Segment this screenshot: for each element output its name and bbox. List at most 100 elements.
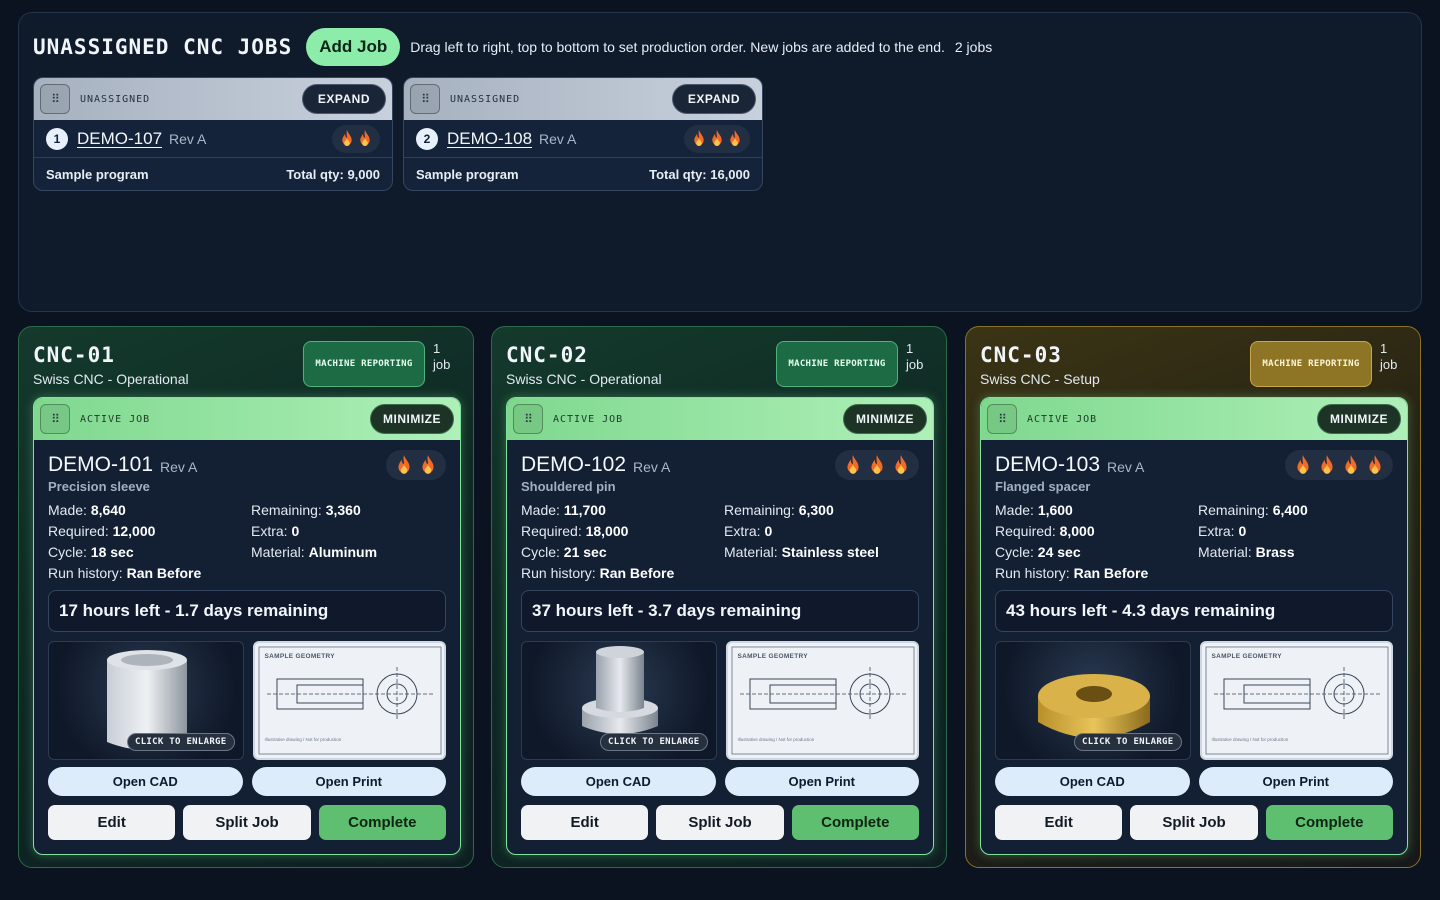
card-header: ⠿ ACTIVE JOB MINIMIZE bbox=[981, 398, 1407, 440]
print-note: Illustrative drawing / Not for productio… bbox=[737, 737, 815, 742]
job-id-link[interactable]: DEMO-108 bbox=[447, 129, 532, 149]
job-id: DEMO-101 bbox=[48, 453, 154, 476]
print-preview[interactable]: SAMPLE GEOMETRY Illustrative drawing / N… bbox=[1199, 641, 1393, 760]
complete-button[interactable]: Complete bbox=[791, 805, 919, 840]
drag-handle-icon[interactable]: ⠿ bbox=[40, 84, 70, 114]
minimize-button[interactable]: MINIMIZE bbox=[370, 404, 454, 434]
job-stats: Made: 1,600 Remaining: 6,400 Required: 8… bbox=[981, 500, 1407, 584]
machine-panel: CNC-03 Swiss CNC - Setup MACHINE REPORTI… bbox=[965, 326, 1421, 868]
job-revision: Rev A bbox=[539, 130, 577, 147]
stat-cycle: Cycle: 18 sec bbox=[48, 544, 134, 560]
drag-handle-icon[interactable]: ⠿ bbox=[513, 404, 543, 434]
open-print-button[interactable]: Open Print bbox=[251, 767, 446, 796]
machine-name: CNC-02 bbox=[506, 343, 588, 367]
job-id-link[interactable]: DEMO-107 bbox=[77, 129, 162, 149]
minimize-button[interactable]: MINIMIZE bbox=[1317, 404, 1401, 434]
open-print-button[interactable]: Open Print bbox=[1198, 767, 1393, 796]
machine-status: Swiss CNC - Operational bbox=[506, 371, 662, 387]
add-job-button[interactable]: Add Job bbox=[306, 28, 401, 66]
job-stats: Made: 11,700 Remaining: 6,300 Required: … bbox=[507, 500, 933, 584]
stat-required: Required: 12,000 bbox=[48, 523, 156, 539]
edit-button[interactable]: Edit bbox=[48, 805, 176, 840]
split-job-button[interactable]: Split Job bbox=[656, 805, 784, 840]
drag-handle-icon[interactable]: ⠿ bbox=[410, 84, 440, 114]
drag-handle-icon[interactable]: ⠿ bbox=[40, 404, 70, 434]
stat-run-history: Run history: Ran Before bbox=[995, 565, 1149, 581]
job-count: 2 jobs bbox=[954, 39, 993, 55]
machine-name: CNC-01 bbox=[33, 343, 115, 367]
machine-reporting-badge[interactable]: MACHINE REPORTING bbox=[303, 341, 425, 387]
priority-flames bbox=[386, 450, 446, 480]
job-revision: Rev A bbox=[169, 130, 207, 147]
priority-flames bbox=[332, 124, 380, 153]
flame-icon bbox=[398, 455, 410, 474]
job-id: DEMO-102 bbox=[521, 453, 627, 476]
job-stats: Made: 8,640 Remaining: 3,360 Required: 1… bbox=[34, 500, 460, 584]
part-description: Precision sleeve bbox=[48, 479, 150, 494]
cad-preview[interactable]: CLICK TO ENLARGE bbox=[995, 641, 1191, 760]
card-status-label: ACTIVE JOB bbox=[553, 413, 624, 425]
order-number-badge: 2 bbox=[416, 127, 438, 150]
program-label: Sample program bbox=[416, 166, 519, 182]
machine-job-count: 1 job bbox=[433, 341, 463, 373]
open-cad-button[interactable]: Open CAD bbox=[995, 767, 1190, 796]
card-header: ⠿ ACTIVE JOB MINIMIZE bbox=[507, 398, 933, 440]
card-status-label: UNASSIGNED bbox=[80, 93, 151, 105]
active-job-card[interactable]: ⠿ ACTIVE JOB MINIMIZE DEMO-101 Rev A Pre… bbox=[33, 397, 461, 855]
part-description: Flanged spacer bbox=[995, 479, 1091, 494]
stat-run-history: Run history: Ran Before bbox=[48, 565, 202, 581]
machine-name: CNC-03 bbox=[980, 343, 1062, 367]
flame-icon bbox=[712, 130, 722, 147]
unassigned-header: UNASSIGNED CNC JOBS Add Job Drag left to… bbox=[33, 27, 992, 67]
drag-handle-icon[interactable]: ⠿ bbox=[987, 404, 1017, 434]
open-cad-button[interactable]: Open CAD bbox=[48, 767, 243, 796]
cad-preview[interactable]: CLICK TO ENLARGE bbox=[521, 641, 717, 760]
page-title: UNASSIGNED CNC JOBS bbox=[33, 35, 293, 59]
complete-button[interactable]: Complete bbox=[1265, 805, 1393, 840]
unassigned-jobs-panel: UNASSIGNED CNC JOBS Add Job Drag left to… bbox=[18, 12, 1422, 312]
active-job-card[interactable]: ⠿ ACTIVE JOB MINIMIZE DEMO-102 Rev A Sho… bbox=[506, 397, 934, 855]
machine-panel: CNC-02 Swiss CNC - Operational MACHINE R… bbox=[491, 326, 947, 868]
minimize-button[interactable]: MINIMIZE bbox=[843, 404, 927, 434]
cad-preview[interactable]: CLICK TO ENLARGE bbox=[48, 641, 244, 760]
print-preview[interactable]: SAMPLE GEOMETRY Illustrative drawing / N… bbox=[252, 641, 446, 760]
stat-run-history: Run history: Ran Before bbox=[521, 565, 675, 581]
machine-reporting-badge[interactable]: MACHINE REPORTING bbox=[776, 341, 898, 387]
unassigned-job-card[interactable]: ⠿ UNASSIGNED EXPAND 2 DEMO-108 Rev A Sam… bbox=[403, 77, 763, 191]
click-to-enlarge-label: CLICK TO ENLARGE bbox=[600, 733, 708, 751]
edit-button[interactable]: Edit bbox=[521, 805, 649, 840]
stat-made: Made: 8,640 bbox=[48, 502, 126, 518]
unassigned-job-card[interactable]: ⠿ UNASSIGNED EXPAND 1 DEMO-107 Rev A Sam… bbox=[33, 77, 393, 191]
stat-remaining: Remaining: 6,400 bbox=[1198, 502, 1308, 518]
flame-icon bbox=[1321, 455, 1333, 474]
open-cad-button[interactable]: Open CAD bbox=[521, 767, 716, 796]
job-count-unit: job bbox=[433, 357, 451, 372]
print-title: SAMPLE GEOMETRY bbox=[737, 653, 808, 660]
job-count-number: 1 bbox=[906, 341, 914, 356]
stat-made: Made: 11,700 bbox=[521, 502, 606, 518]
time-remaining: 17 hours left - 1.7 days remaining bbox=[48, 590, 446, 632]
order-number-badge: 1 bbox=[46, 127, 68, 150]
flame-icon bbox=[847, 455, 859, 474]
flame-icon bbox=[694, 130, 704, 147]
flame-icon bbox=[871, 455, 883, 474]
expand-button[interactable]: EXPAND bbox=[671, 84, 756, 114]
edit-button[interactable]: Edit bbox=[995, 805, 1123, 840]
stat-extra: Extra: 0 bbox=[251, 523, 300, 539]
print-preview[interactable]: SAMPLE GEOMETRY Illustrative drawing / N… bbox=[725, 641, 919, 760]
part-description: Shouldered pin bbox=[521, 479, 616, 494]
machine-status: Swiss CNC - Operational bbox=[33, 371, 189, 387]
active-job-card[interactable]: ⠿ ACTIVE JOB MINIMIZE DEMO-103 Rev A Fla… bbox=[980, 397, 1408, 855]
click-to-enlarge-label: CLICK TO ENLARGE bbox=[1074, 733, 1182, 751]
expand-button[interactable]: EXPAND bbox=[301, 84, 386, 114]
split-job-button[interactable]: Split Job bbox=[1130, 805, 1258, 840]
stat-material: Material: Brass bbox=[1198, 544, 1295, 560]
machine-reporting-badge[interactable]: MACHINE REPORTING bbox=[1250, 341, 1372, 387]
machine-panel: CNC-01 Swiss CNC - Operational MACHINE R… bbox=[18, 326, 474, 868]
stat-extra: Extra: 0 bbox=[724, 523, 773, 539]
split-job-button[interactable]: Split Job bbox=[183, 805, 311, 840]
open-print-button[interactable]: Open Print bbox=[724, 767, 919, 796]
card-status-label: UNASSIGNED bbox=[450, 93, 521, 105]
complete-button[interactable]: Complete bbox=[318, 805, 446, 840]
card-status-label: ACTIVE JOB bbox=[1027, 413, 1098, 425]
